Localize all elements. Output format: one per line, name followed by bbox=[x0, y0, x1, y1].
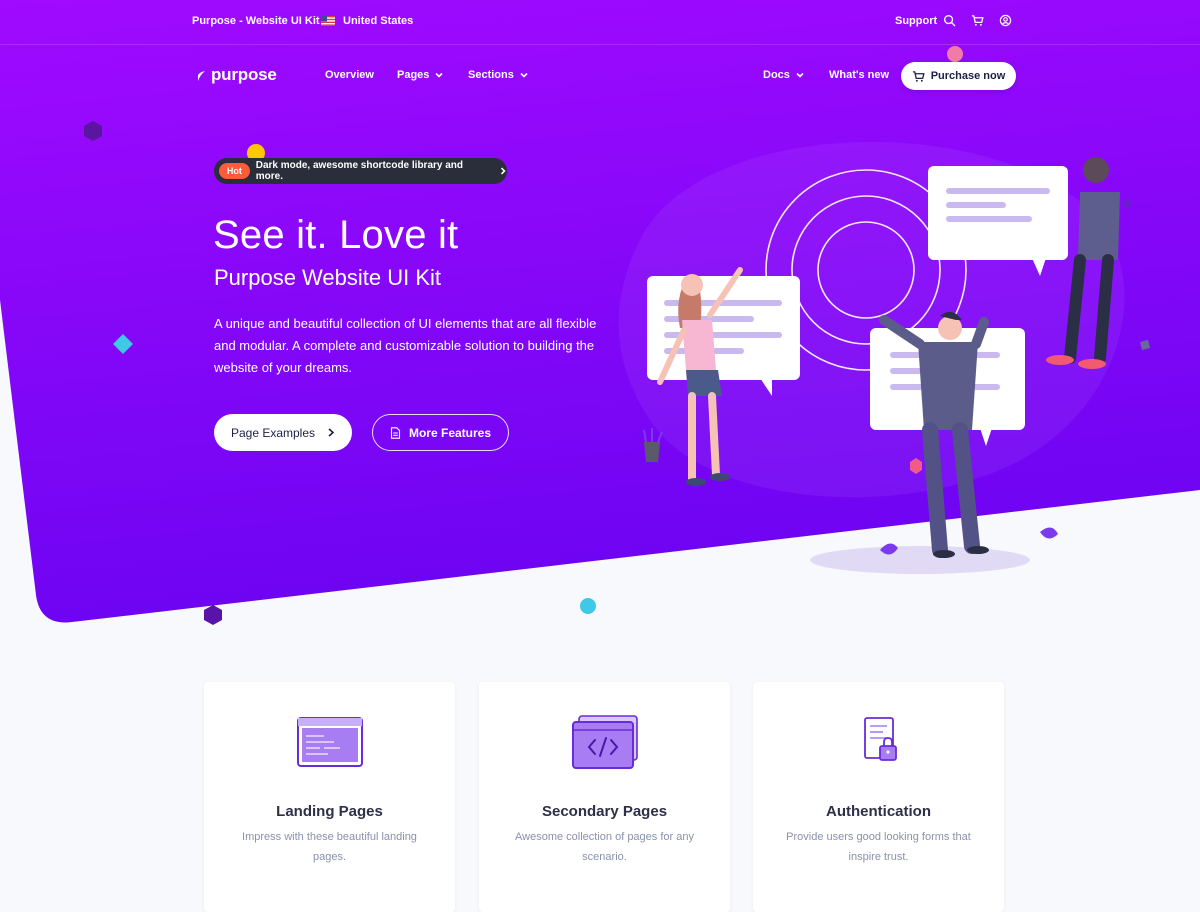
card-description: Impress with these beautiful landing pag… bbox=[242, 831, 417, 863]
purchase-now-label: Purchase now bbox=[930, 70, 1006, 82]
logo-text: purpose bbox=[211, 65, 277, 84]
top-bar: Purpose - Website UI Kit United States S… bbox=[0, 0, 1200, 45]
hot-badge: Hot bbox=[219, 163, 250, 179]
decorative-circle-pink bbox=[947, 46, 963, 62]
brand-logo[interactable]: purpose bbox=[192, 64, 277, 86]
nav-sections[interactable]: Sections bbox=[468, 69, 528, 81]
hero-title: See it. Love it bbox=[213, 213, 459, 257]
card-title: Authentication bbox=[826, 803, 931, 820]
speech-bubble-top-right bbox=[928, 166, 1068, 276]
decorative-circle-cyan bbox=[580, 598, 596, 614]
announcement-text: Dark mode, awesome shortcode library and… bbox=[255, 160, 464, 182]
chevron-down-icon bbox=[520, 72, 528, 78]
cart-icon[interactable] bbox=[971, 14, 984, 27]
nav-overview-label: Overview bbox=[325, 69, 374, 81]
page-examples-button[interactable]: Page Examples bbox=[214, 414, 352, 451]
more-features-label: More Features bbox=[408, 425, 492, 440]
nav-whats-new-label: What's new bbox=[829, 69, 890, 81]
more-features-button[interactable]: More Features bbox=[372, 414, 509, 451]
lock-document-icon bbox=[863, 717, 897, 761]
chevron-down-icon bbox=[435, 72, 443, 78]
card-title: Landing Pages bbox=[276, 803, 383, 820]
hero-illustration bbox=[643, 157, 1150, 574]
code-window-icon bbox=[571, 715, 638, 769]
card-landing-pages[interactable]: Landing Pages Impress with these beautif… bbox=[204, 682, 455, 912]
decorative-hexagon-dark bbox=[84, 121, 102, 141]
nav-pages[interactable]: Pages bbox=[397, 69, 443, 81]
country-selector[interactable]: United States bbox=[343, 15, 413, 27]
announcement-pill[interactable]: Hot Dark mode, awesome shortcode library… bbox=[214, 158, 507, 184]
browser-window-icon bbox=[296, 717, 363, 767]
card-secondary-pages[interactable]: Secondary Pages Awesome collection of pa… bbox=[479, 682, 730, 912]
card-description: Provide users good looking forms that in… bbox=[786, 831, 971, 863]
chevron-down-icon bbox=[796, 72, 804, 78]
nav-overview[interactable]: Overview bbox=[325, 69, 374, 81]
nav-docs-label: Docs bbox=[763, 69, 790, 81]
nav-whats-new[interactable]: What's new bbox=[829, 69, 889, 81]
user-account-icon[interactable] bbox=[999, 14, 1012, 27]
nav-docs[interactable]: Docs bbox=[763, 69, 804, 81]
nav-pages-label: Pages bbox=[397, 69, 430, 81]
card-description: Awesome collection of pages for any scen… bbox=[515, 831, 694, 863]
us-flag-icon bbox=[321, 16, 335, 26]
plant-pot-icon bbox=[643, 428, 663, 462]
chevron-right-icon bbox=[328, 428, 335, 437]
cart-icon bbox=[912, 70, 925, 82]
hero-description: A unique and beautiful collection of UI … bbox=[214, 316, 597, 375]
decorative-hexagon-purple bbox=[204, 605, 222, 625]
page-examples-label: Page Examples bbox=[230, 425, 316, 440]
decorative-diamond-cyan bbox=[113, 334, 133, 354]
nav-sections-label: Sections bbox=[468, 69, 514, 81]
topbar-brand-link[interactable]: Purpose - Website UI Kit bbox=[192, 15, 320, 27]
search-icon[interactable] bbox=[943, 14, 956, 27]
hero-subtitle: Purpose Website UI Kit bbox=[214, 265, 442, 290]
logo-mark-icon bbox=[193, 70, 205, 81]
purchase-now-button[interactable]: Purchase now bbox=[901, 62, 1016, 90]
card-authentication[interactable]: Authentication Provide users good lookin… bbox=[753, 682, 1004, 912]
document-icon bbox=[390, 426, 401, 439]
card-title: Secondary Pages bbox=[541, 803, 668, 820]
chevron-right-icon bbox=[500, 167, 506, 175]
support-link[interactable]: Support bbox=[895, 15, 937, 27]
